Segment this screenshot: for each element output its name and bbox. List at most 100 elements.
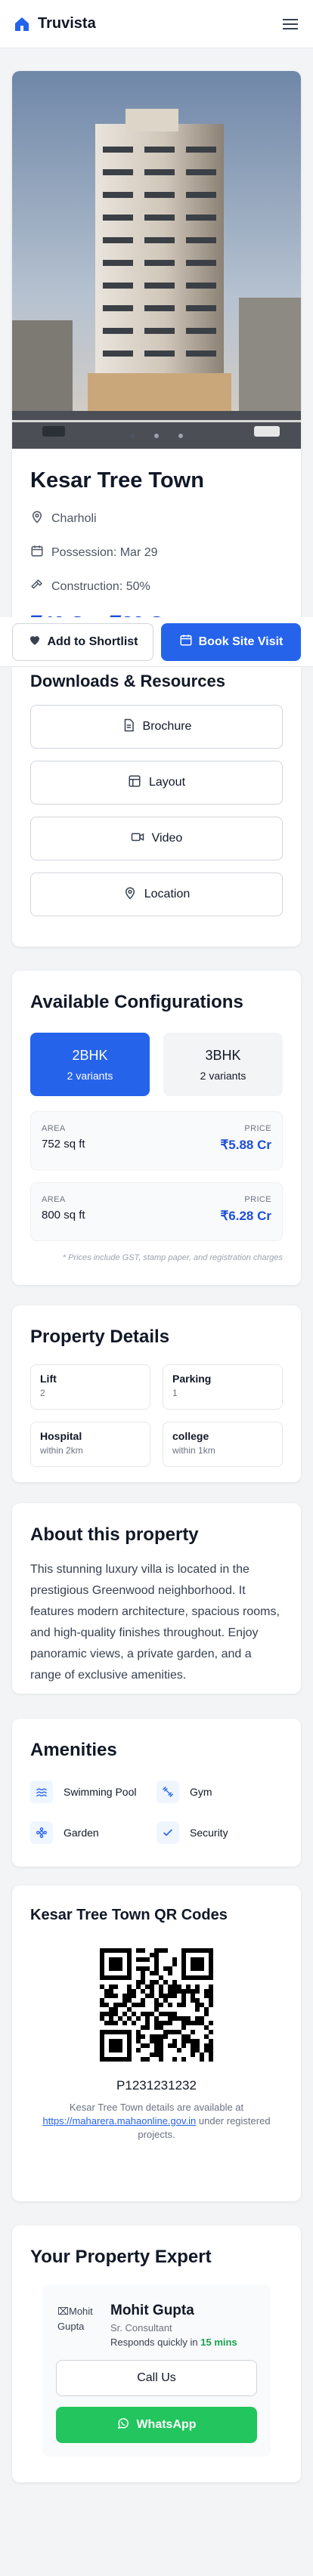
- detail-hospital: Hospital within 2km: [30, 1422, 150, 1467]
- about-description: This stunning luxury villa is located in…: [30, 1563, 280, 1682]
- area-label: AREA: [42, 1124, 66, 1133]
- amenity-label: Swimming Pool: [64, 1786, 137, 1798]
- detail-label: Parking: [172, 1373, 212, 1385]
- tab-name: 2BHK: [72, 1047, 108, 1063]
- video-label: Video: [151, 832, 183, 845]
- layout-button[interactable]: Layout: [30, 761, 283, 805]
- qr-title: Kesar Tree Town QR Codes: [30, 1907, 228, 1923]
- property-expert-section: Your Property Expert ⌧Mohit Gupta Mohit …: [12, 2225, 301, 2482]
- building-photo: [12, 71, 301, 449]
- property-title: Kesar Tree Town: [30, 468, 204, 493]
- detail-value: within 2km: [40, 1445, 83, 1456]
- top-header: Truvista: [0, 0, 313, 48]
- carousel-dots: [12, 434, 301, 438]
- qr-code-image: [100, 1948, 213, 2062]
- tab-2bhk[interactable]: 2BHK 2 variants: [30, 1033, 150, 1096]
- amenity-label: Security: [190, 1827, 228, 1839]
- broken-image-icon: ⌧: [57, 2306, 69, 2317]
- amenity-item: Garden: [30, 1821, 156, 1844]
- property-image-carousel[interactable]: [12, 71, 301, 449]
- book-visit-label: Book Site Visit: [198, 635, 284, 648]
- location-row: Charholi: [30, 510, 283, 527]
- details-title: Property Details: [30, 1327, 170, 1347]
- maharera-link[interactable]: https://maharera.mahaonline.gov.in: [42, 2115, 196, 2127]
- location-button[interactable]: Location: [30, 873, 283, 916]
- video-icon: [131, 830, 144, 848]
- construction-text: Construction: 50%: [51, 579, 150, 593]
- calendar-icon: [179, 633, 193, 650]
- detail-label: Lift: [40, 1373, 57, 1385]
- detail-label: college: [172, 1430, 209, 1442]
- avatar: ⌧Mohit Gupta: [56, 2298, 98, 2340]
- about-title: About this property: [30, 1524, 199, 1545]
- configurations-section: Available Configurations 2BHK 2 variants…: [12, 971, 301, 1285]
- qr-registration-id: P1231231232: [116, 2078, 197, 2093]
- qr-code-section: Kesar Tree Town QR Codes P1231231232 Kes…: [12, 1886, 301, 2201]
- tab-variants: 2 variants: [67, 1069, 113, 1082]
- sticky-action-bar: Add to Shortlist Book Site Visit: [0, 617, 313, 667]
- detail-value: 2: [40, 1388, 45, 1398]
- property-details-section: Property Details Lift 2 Parking 1 Hospit…: [12, 1305, 301, 1482]
- about-section: About this property This stunning luxury…: [12, 1503, 301, 1694]
- detail-parking: Parking 1: [163, 1364, 283, 1410]
- amenity-item: Swimming Pool: [30, 1781, 156, 1803]
- price-note: * Prices include GST, stamp paper, and r…: [62, 1253, 283, 1262]
- brand-name: Truvista: [38, 15, 96, 32]
- pool-icon: [30, 1781, 53, 1803]
- location-text: Charholi: [51, 511, 97, 525]
- variant-row[interactable]: AREA 752 sq ft PRICE ₹5.88 Cr: [30, 1111, 283, 1170]
- house-logo-icon: [12, 14, 32, 34]
- area-value: 800 sq ft: [42, 1209, 85, 1222]
- qr-note: Kesar Tree Town details are available at…: [30, 2101, 283, 2142]
- amenity-label: Garden: [64, 1827, 99, 1839]
- detail-value: within 1km: [172, 1445, 215, 1456]
- detail-label: Hospital: [40, 1430, 82, 1442]
- area-label: AREA: [42, 1195, 66, 1204]
- amenity-item: Security: [156, 1821, 283, 1844]
- variant-row[interactable]: AREA 800 sq ft PRICE ₹6.28 Cr: [30, 1182, 283, 1241]
- check-icon: [156, 1821, 179, 1844]
- calendar-icon: [30, 544, 44, 561]
- brochure-button[interactable]: Brochure: [30, 705, 283, 749]
- property-hero-card: Kesar Tree Town Charholi Possession: Mar…: [12, 71, 301, 638]
- carousel-dot[interactable]: [178, 434, 183, 438]
- heart-icon: [28, 633, 42, 650]
- gym-icon: [156, 1781, 179, 1803]
- map-pin-icon: [123, 886, 137, 903]
- price-value: ₹5.88 Cr: [220, 1138, 271, 1152]
- construction-row: Construction: 50%: [30, 578, 283, 595]
- expert-title: Your Property Expert: [30, 2247, 212, 2267]
- tab-3bhk[interactable]: 3BHK 2 variants: [163, 1033, 283, 1096]
- brochure-label: Brochure: [142, 720, 192, 733]
- video-button[interactable]: Video: [30, 817, 283, 860]
- amenities-section: Amenities Swimming Pool Gym Garden Secur…: [12, 1719, 301, 1867]
- carousel-dot[interactable]: [130, 434, 135, 438]
- call-us-button[interactable]: Call Us: [56, 2360, 257, 2396]
- detail-college: college within 1km: [163, 1422, 283, 1467]
- downloads-title: Downloads & Resources: [30, 672, 225, 690]
- qr-note-prefix: Kesar Tree Town details are available at: [69, 2102, 244, 2113]
- book-site-visit-button[interactable]: Book Site Visit: [161, 622, 301, 661]
- price-label: PRICE: [244, 1195, 271, 1204]
- detail-lift: Lift 2: [30, 1364, 150, 1410]
- price-label: PRICE: [244, 1124, 271, 1133]
- map-pin-icon: [30, 510, 44, 527]
- garden-icon: [30, 1821, 53, 1844]
- configurations-title: Available Configurations: [30, 992, 243, 1012]
- tab-name: 3BHK: [205, 1047, 241, 1063]
- brand[interactable]: Truvista: [12, 14, 96, 34]
- expert-name: Mohit Gupta: [110, 2303, 194, 2318]
- carousel-dot[interactable]: [154, 434, 159, 438]
- tab-variants: 2 variants: [200, 1069, 246, 1082]
- downloads-section: Downloads & Resources Brochure Layout Vi…: [12, 667, 301, 947]
- amenity-item: Gym: [156, 1781, 283, 1803]
- possession-text: Possession: Mar 29: [51, 545, 158, 559]
- layout-icon: [128, 774, 141, 792]
- amenity-label: Gym: [190, 1786, 212, 1798]
- whatsapp-label: WhatsApp: [136, 2418, 197, 2431]
- whatsapp-button[interactable]: WhatsApp: [56, 2407, 257, 2443]
- price-value: ₹6.28 Cr: [220, 1209, 271, 1223]
- hamburger-menu-icon[interactable]: [280, 14, 301, 35]
- add-to-shortlist-button[interactable]: Add to Shortlist: [12, 622, 153, 661]
- whatsapp-icon: [116, 2417, 130, 2434]
